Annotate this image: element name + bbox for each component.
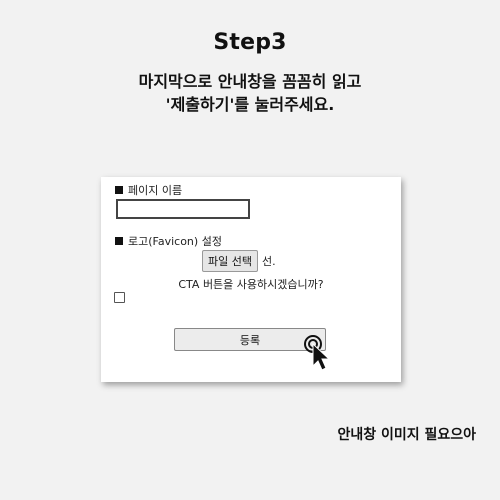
mouse-pointer-click-icon	[304, 335, 331, 371]
square-bullet-icon	[115, 186, 123, 194]
square-bullet-icon	[115, 237, 123, 245]
page-name-label: 페이지 이름	[128, 184, 183, 197]
file-select-button[interactable]: 파일 선택	[202, 250, 258, 272]
instruction-text: 마지막으로 안내창을 꼼꼼히 읽고 '제출하기'를 눌러주세요.	[0, 70, 500, 116]
logo-label: 로고(Favicon) 설정	[128, 235, 222, 248]
cta-checkbox[interactable]	[114, 292, 125, 303]
page-name-input[interactable]	[116, 199, 250, 219]
instruction-line-2: '제출하기'를 눌러주세요.	[165, 95, 335, 114]
step-title: Step3	[213, 30, 287, 55]
instruction-line-1: 마지막으로 안내창을 꼼꼼히 읽고	[138, 72, 362, 91]
page-name-label-row: 페이지 이름	[115, 182, 182, 198]
file-upload-row: 파일 선택 선.	[202, 250, 276, 272]
guide-panel: 페이지 이름 로고(Favicon) 설정 파일 선택 선. CTA 버튼을 사…	[101, 177, 401, 382]
file-status-text: 선.	[261, 255, 276, 268]
cta-question: CTA 버튼을 사용하시겠습니까?	[178, 278, 324, 291]
logo-label-row: 로고(Favicon) 설정	[115, 233, 222, 249]
footer-note: 안내창 이미지 필요으아	[337, 427, 476, 443]
